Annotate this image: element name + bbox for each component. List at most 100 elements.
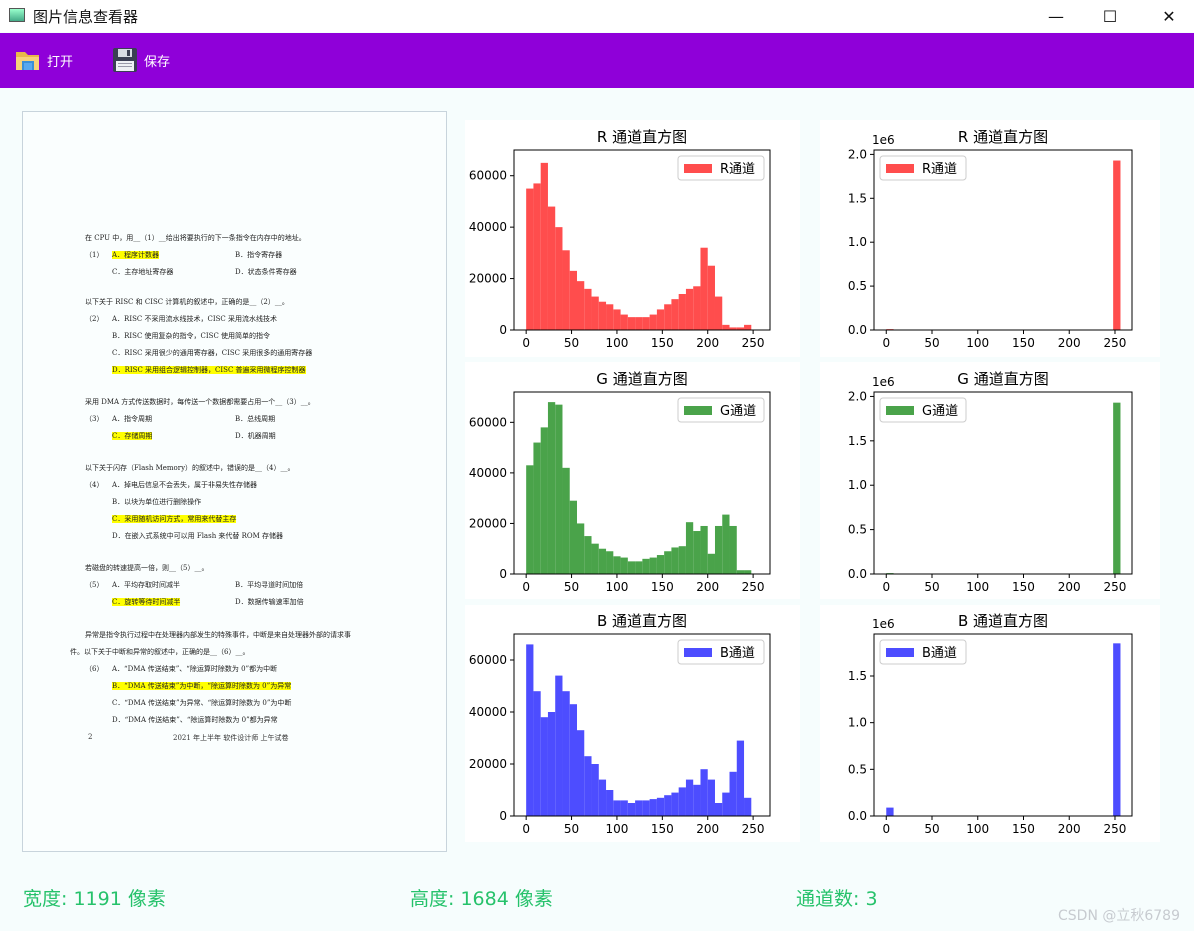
x-tick-label: 200 <box>1058 822 1081 836</box>
histogram-bar <box>886 807 894 816</box>
histogram-bar <box>526 465 534 574</box>
legend-label: B通道 <box>922 646 957 661</box>
option-row: B．RISC 使用复杂的指令，CISC 使用简单的指令 <box>85 332 385 340</box>
histogram-bar <box>577 523 585 574</box>
save-button[interactable]: 保存 <box>112 46 170 74</box>
axis-offset-label: 1e6 <box>872 375 895 389</box>
maximize-button[interactable]: ☐ <box>1087 0 1133 32</box>
r-channel-histogram-full: 0 50 100 150 200 250 0.0 0.5 1.0 1.5 2.0 1e6 R 通道直方图… <box>820 120 1160 357</box>
close-button[interactable]: ✕ <box>1146 0 1192 32</box>
option-row: （1） A．程序计数器 B．指令寄存器 <box>85 251 385 259</box>
option-row: （5） A．平均存取时间减半 B．平均寻道时间加倍 <box>85 581 385 589</box>
y-tick-label: 0 <box>499 809 507 823</box>
histogram-bar <box>591 296 599 330</box>
chart-title: G 通道直方图 <box>596 370 687 388</box>
answer-option: B．RISC 使用复杂的指令，CISC 使用简单的指令 <box>112 332 271 340</box>
histogram-bar <box>693 286 701 330</box>
histogram-bar <box>700 769 708 816</box>
x-tick-label: 50 <box>924 580 939 594</box>
histogram-bar <box>736 570 745 574</box>
g-channel-histogram-full: 0 50 100 150 200 250 0.0 0.5 1.0 1.5 2.0 1e6 G 通道直方图… <box>820 362 1160 599</box>
histogram-bar <box>685 288 694 330</box>
answer-option: B．总线周期 <box>235 415 276 423</box>
histogram-bar <box>722 792 730 816</box>
option-row: D．在嵌入式系统中可以用 Flash 来代替 ROM 存储器 <box>85 532 385 540</box>
y-tick-label: 1.5 <box>848 434 867 448</box>
histogram-bar <box>722 514 730 574</box>
x-tick-label: 250 <box>742 822 765 836</box>
x-tick-label: 200 <box>696 822 719 836</box>
histogram-bar <box>685 522 694 574</box>
option-row: C．旋转等待时间减半 D．数据传输速率加倍 <box>85 598 385 606</box>
histogram-bar <box>584 756 592 816</box>
answer-option: D．RISC 采用组合逻辑控制器，CISC 普遍采用微程序控制器 <box>112 366 306 374</box>
answer-option: A．“DMA 传送结束”、“除运算时除数为 0”都为中断 <box>112 665 278 673</box>
option-row: （2） A．RISC 不采用流水线技术，CISC 采用流水线技术 <box>85 315 385 323</box>
answer-option: D．机器周期 <box>235 432 276 440</box>
histogram-bar <box>533 691 541 816</box>
answer-option: A．平均存取时间减半 <box>112 581 181 589</box>
histogram-bar <box>613 309 621 330</box>
histogram-bar <box>671 547 679 574</box>
question-block: 若磁盘的转速提高一倍，则__（5）__。 （5） A．平均存取时间减半 B．平均寻道时… <box>85 564 385 606</box>
histogram-bar <box>562 467 570 574</box>
y-tick-label: 0.5 <box>848 762 867 776</box>
histogram-bar <box>693 784 701 816</box>
histogram-bar <box>577 281 585 330</box>
histogram-bar <box>729 771 737 816</box>
histogram-bar <box>540 162 548 330</box>
axis-offset-label: 1e6 <box>872 617 895 631</box>
histogram-bar <box>693 531 701 574</box>
y-tick-label: 0.5 <box>848 279 867 293</box>
y-tick-label: 0.5 <box>848 523 867 537</box>
title-bar: 图片信息查看器 — ☐ ✕ <box>0 0 1194 32</box>
histogram-bar <box>620 800 628 816</box>
histogram-bar <box>685 779 694 816</box>
answer-option: C．存储周期 <box>112 432 153 440</box>
histogram-bar <box>656 309 665 330</box>
x-tick-label: 0 <box>882 580 890 594</box>
histogram-bar <box>671 792 679 816</box>
question-number: （4） <box>85 481 104 489</box>
histogram-bar <box>584 288 592 330</box>
histogram-bar <box>627 561 636 574</box>
g-channel-histogram: 0 50 100 150 200 250 0 20000 40000 60000 G 通道直方图 G通… <box>465 362 800 599</box>
save-label: 保存 <box>144 54 171 70</box>
minimize-button[interactable]: — <box>1033 0 1079 32</box>
answer-option: A．掉电后信息不会丢失，属于非易失性存储器 <box>112 481 258 489</box>
chart-title: B 通道直方图 <box>958 612 1048 630</box>
histogram-bar <box>744 797 752 816</box>
histogram-bar <box>547 712 556 816</box>
histogram-bar <box>642 317 650 330</box>
histogram-bar <box>555 675 563 816</box>
question-block: 以下关于 RISC 和 CISC 计算机的叙述中，正确的是__（2）__。 （2）… <box>85 298 385 374</box>
histogram-bar <box>678 294 686 330</box>
option-row: B．“DMA 传送结束”为中断，“除运算时除数为 0”为异常 <box>85 682 385 690</box>
y-tick-label: 40000 <box>469 466 507 480</box>
x-tick-label: 50 <box>564 580 579 594</box>
footer-text: 2021 年上半年 软件设计师 上午试卷 <box>173 734 289 742</box>
y-tick-label: 0 <box>499 567 507 581</box>
x-tick-label: 50 <box>924 336 939 350</box>
answer-option: A．RISC 不采用流水线技术，CISC 采用流水线技术 <box>112 315 277 323</box>
chart-title: B 通道直方图 <box>597 612 687 630</box>
histogram-bar <box>1113 643 1121 816</box>
legend-swatch <box>886 406 914 415</box>
histogram-bar <box>606 551 614 574</box>
histogram-bar <box>649 314 657 330</box>
question-block: 异常是指令执行过程中在处理器内部发生的特殊事件，中断是来自处理器外部的请求事 件。… <box>70 631 385 724</box>
histogram-bar <box>656 555 665 574</box>
x-tick-label: 0 <box>522 336 530 350</box>
open-button[interactable]: 打开 <box>15 46 73 74</box>
histogram-bar <box>613 556 621 574</box>
channels-info: 通道数: 3 <box>796 888 878 910</box>
axis-offset-label: 1e6 <box>872 133 895 147</box>
legend-label: R通道 <box>922 162 957 177</box>
watermark: CSDN @立秋6789 <box>1058 908 1180 924</box>
legend-swatch <box>684 406 712 415</box>
y-tick-label: 0.0 <box>848 567 867 581</box>
answer-option: C．旋转等待时间减半 <box>112 598 181 606</box>
histogram-bar <box>533 442 541 574</box>
histogram-bar <box>729 525 737 574</box>
question-number: （5） <box>85 581 104 589</box>
